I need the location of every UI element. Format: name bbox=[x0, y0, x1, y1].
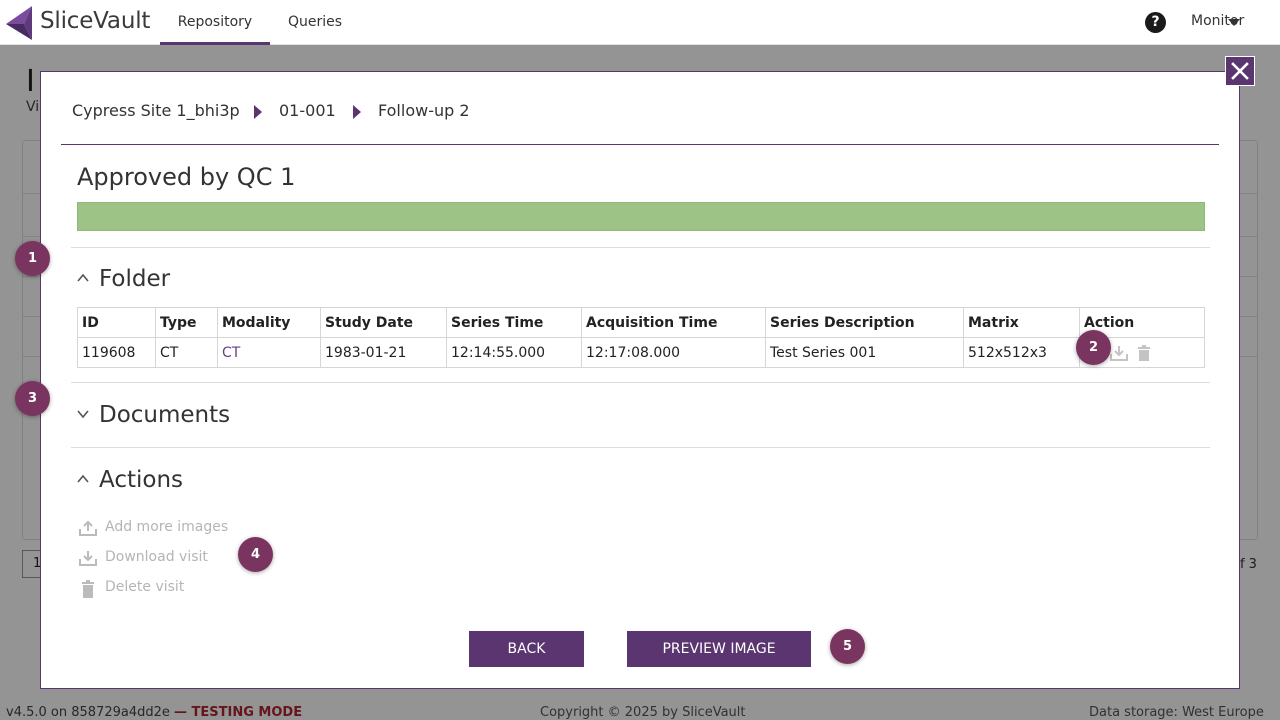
section-folder-toggle[interactable]: Folder bbox=[77, 266, 170, 292]
column-header[interactable]: Study Date bbox=[320, 307, 447, 338]
tutorial-step-badge: 1 bbox=[15, 241, 50, 276]
section-folder-title: Folder bbox=[99, 266, 171, 292]
breadcrumb-site[interactable]: Cypress Site 1_bhi3p bbox=[72, 101, 240, 120]
cell-series-description: Test Series 001 bbox=[765, 337, 964, 368]
chevron-down-icon bbox=[77, 409, 89, 418]
add-more-images-label: Add more images bbox=[105, 519, 229, 535]
cell-modality-link[interactable]: CT bbox=[217, 337, 321, 368]
tutorial-step-badge: 5 bbox=[830, 629, 865, 664]
divider bbox=[61, 144, 1219, 145]
close-icon bbox=[1231, 62, 1249, 80]
status-title: Approved by QC 1 bbox=[77, 163, 296, 191]
cell-study-date: 1983-01-21 bbox=[320, 337, 447, 368]
column-header[interactable]: Matrix bbox=[963, 307, 1080, 338]
nav-tab-repository[interactable]: Repository bbox=[160, 0, 270, 45]
divider bbox=[71, 447, 1210, 448]
chevron-down-icon[interactable] bbox=[1228, 19, 1240, 26]
help-icon[interactable]: ? bbox=[1145, 12, 1166, 33]
column-header[interactable]: ID bbox=[77, 307, 156, 338]
section-documents-toggle[interactable]: Documents bbox=[77, 402, 230, 428]
cell-series-time: 12:14:55.000 bbox=[446, 337, 582, 368]
preview-image-button[interactable]: PREVIEW IMAGE bbox=[627, 631, 811, 667]
section-actions-title: Actions bbox=[99, 467, 184, 493]
back-button[interactable]: BACK bbox=[469, 631, 584, 667]
brand-name[interactable]: SliceVault bbox=[40, 8, 150, 34]
table-row[interactable]: 119608 CT CT 1983-01-21 12:14:55.000 12:… bbox=[77, 337, 1205, 368]
download-icon[interactable] bbox=[1110, 345, 1129, 361]
cell-matrix: 512x512x3 bbox=[963, 337, 1080, 368]
trash-icon bbox=[82, 580, 94, 598]
status-progress-bar bbox=[77, 202, 1205, 231]
download-visit-label: Download visit bbox=[105, 549, 208, 565]
series-table: ID Type Modality Study Date Series Time … bbox=[77, 307, 1205, 368]
nav-tab-queries[interactable]: Queries bbox=[280, 0, 350, 45]
slicevault-logo-icon bbox=[6, 6, 32, 40]
table-header-row: ID Type Modality Study Date Series Time … bbox=[77, 307, 1205, 338]
column-header[interactable]: Modality bbox=[217, 307, 321, 338]
cell-type: CT bbox=[155, 337, 218, 368]
tutorial-step-badge: 3 bbox=[15, 381, 50, 416]
section-actions-toggle[interactable]: Actions bbox=[77, 467, 183, 493]
delete-visit-label: Delete visit bbox=[105, 579, 185, 595]
column-header[interactable]: Series Time bbox=[446, 307, 582, 338]
column-header[interactable]: Type bbox=[155, 307, 218, 338]
chevron-right-icon bbox=[353, 105, 361, 119]
breadcrumb-subject[interactable]: 01-001 bbox=[279, 101, 336, 120]
chevron-up-icon bbox=[77, 474, 89, 483]
visit-detail-modal: Cypress Site 1_bhi3p 01-001 Follow-up 2 … bbox=[40, 71, 1240, 689]
chevron-right-icon bbox=[254, 105, 262, 119]
divider bbox=[71, 247, 1210, 248]
tutorial-step-badge: 4 bbox=[238, 537, 273, 572]
top-navigation-bar: SliceVault Repository Queries ? Monitor bbox=[0, 0, 1280, 45]
trash-icon[interactable] bbox=[1137, 344, 1151, 361]
column-header[interactable]: Acquisition Time bbox=[581, 307, 766, 338]
close-modal-button[interactable] bbox=[1225, 56, 1255, 86]
breadcrumb-visit[interactable]: Follow-up 2 bbox=[378, 101, 470, 120]
upload-icon bbox=[79, 520, 97, 536]
tutorial-step-badge: 2 bbox=[1076, 330, 1111, 365]
cell-acquisition-time: 12:17:08.000 bbox=[581, 337, 766, 368]
download-icon bbox=[79, 551, 97, 566]
chevron-up-icon bbox=[77, 273, 89, 282]
divider bbox=[71, 382, 1210, 383]
column-header[interactable]: Series Description bbox=[765, 307, 964, 338]
cell-id: 119608 bbox=[77, 337, 156, 368]
section-documents-title: Documents bbox=[99, 402, 231, 428]
